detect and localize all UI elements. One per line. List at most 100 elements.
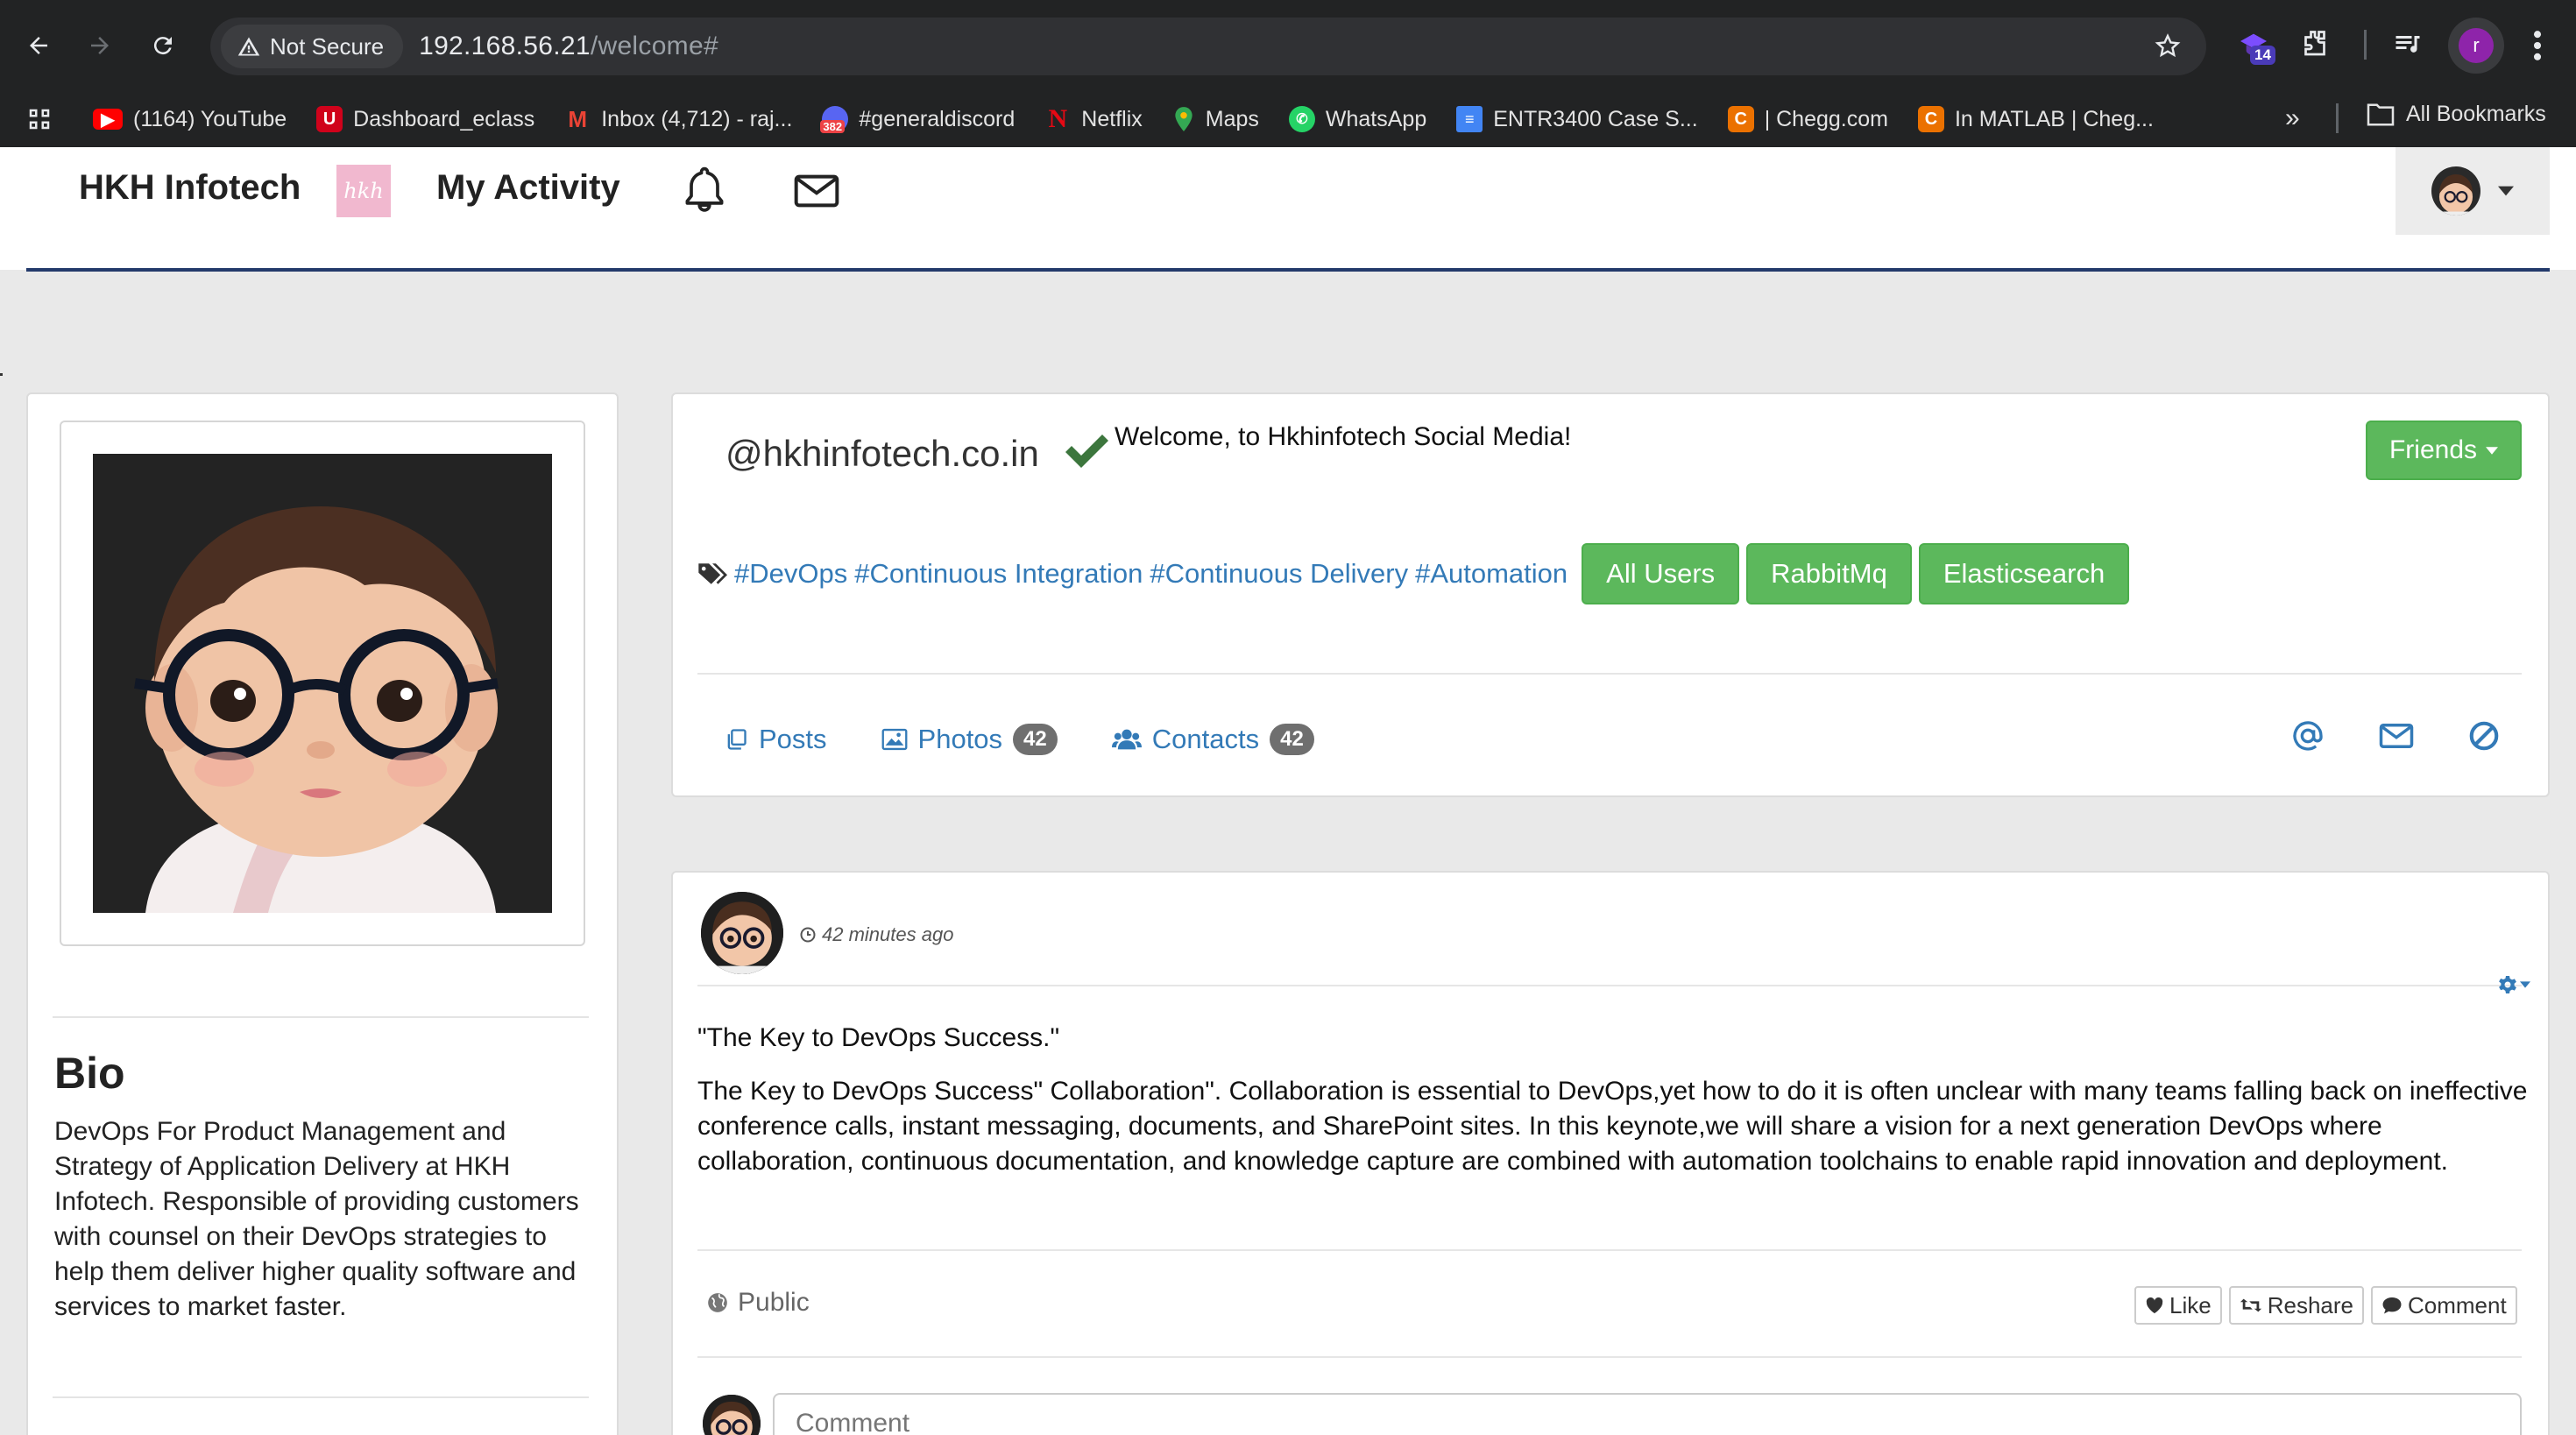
comment-button[interactable]: Comment [2370,1286,2517,1325]
bookmark-discord[interactable]: 382 #generaldiscord [820,106,1016,133]
bookmark-youtube[interactable]: ▶ (1164) YouTube [93,107,287,132]
contacts-count-badge: 42 [1270,724,1314,755]
visibility-label: Public [738,1288,810,1317]
notifications-button[interactable] [680,165,729,217]
bookmark-label: | Chegg.com [1764,106,1888,131]
whatsapp-icon: ✆ [1288,106,1315,132]
discord-icon: 382 [820,106,849,133]
reload-button[interactable] [138,21,188,70]
back-button[interactable] [14,21,63,70]
mention-button[interactable] [2290,718,2325,753]
heart-icon [2146,1297,2163,1314]
bookmark-netflix[interactable]: N Netflix [1044,104,1143,133]
copy-icon [727,729,747,750]
post-author-avatar[interactable] [701,892,783,974]
hashtag-link[interactable]: #Continuous Integration [854,558,1143,590]
like-button[interactable]: Like [2134,1286,2222,1325]
profile-button[interactable]: r [2448,18,2504,74]
bookmark-star-button[interactable] [2154,32,2182,60]
image-icon [881,728,907,751]
divider [697,985,2522,986]
brand-logo[interactable]: hkh [336,165,391,217]
bookmark-eclass[interactable]: U Dashboard_eclass [316,106,534,132]
at-sign-icon [2293,721,2323,751]
bookmarks-bar: ▶ (1164) YouTube U Dashboard_eclass M In… [0,91,2576,147]
bookmark-label: Netflix [1081,106,1143,131]
url-path: /welcome# [590,32,718,60]
welcome-message: Welcome, to Hkhinfotech Social Media! [1115,422,1572,451]
tab-label: Contacts [1151,724,1260,754]
comment-input[interactable] [773,1393,2522,1435]
bookmark-label: Dashboard_eclass [353,106,535,131]
rabbitmq-button[interactable]: RabbitMq [1746,543,1912,604]
gmail-icon: M [568,105,588,132]
messages-button[interactable] [792,170,841,212]
avatar [2431,166,2480,216]
profile-avatar: r [2459,28,2494,63]
extension-button[interactable]: 14 [2236,28,2275,65]
user-menu-dropdown[interactable] [2396,147,2550,235]
bookmark-label: #generaldiscord [859,106,1016,131]
post-actions: Like Reshare Comment [2134,1286,2517,1325]
bookmark-label: (1164) YouTube [133,106,287,131]
browser-menu-button[interactable] [2525,26,2550,65]
divider [53,1016,589,1018]
all-users-button[interactable]: All Users [1582,543,1740,604]
divider [53,1396,589,1398]
post-settings-dropdown[interactable] [2497,974,2530,995]
forward-button[interactable] [75,21,124,70]
bookmarks-overflow-button[interactable]: » [2285,103,2300,133]
retweet-icon [2240,1298,2261,1312]
post-time-text: 42 minutes ago [822,923,954,945]
star-icon [2155,33,2181,58]
envelope-icon [794,174,839,208]
speech-bubble-icon [2382,1297,2402,1314]
bookmark-label: Maps [1205,106,1259,131]
profile-photo[interactable] [93,454,552,913]
bookmark-maps[interactable]: Maps [1172,106,1259,132]
bio-heading: Bio [54,1049,125,1098]
bookmark-chegg[interactable]: C | Chegg.com [1727,106,1888,132]
extensions-menu-button[interactable] [2299,28,2331,60]
stray-dot [0,373,3,376]
bookmark-chegg-matlab[interactable]: C In MATLAB | Cheg... [1917,106,2154,132]
tab-contacts[interactable]: Contacts 42 [1111,724,1314,755]
message-button[interactable] [2378,720,2415,752]
extension-badge: 14 [2250,46,2275,65]
caret-down-icon [2520,981,2530,988]
friends-dropdown-button[interactable]: Friends [2366,421,2522,480]
tab-photos[interactable]: Photos 42 [881,724,1058,755]
tab-posts[interactable]: Posts [724,724,827,755]
profile-actions [2290,718,2501,753]
all-bookmarks-button[interactable]: All Bookmarks [2366,102,2546,127]
verified-check-icon [1062,429,1111,471]
divider [697,1249,2522,1251]
post-timestamp: 42 minutes ago [799,923,953,946]
elasticsearch-button[interactable]: Elasticsearch [1918,543,2130,604]
url-text[interactable]: 192.168.56.21/welcome# [419,32,718,61]
bookmark-whatsapp[interactable]: ✆ WhatsApp [1288,106,1426,132]
security-chip[interactable]: Not Secure [221,25,404,68]
apps-button[interactable] [26,106,53,132]
ban-icon [2469,721,2499,751]
hashtag-link[interactable]: #Automation [1415,558,1568,590]
my-activity-link[interactable]: My Activity [436,168,620,208]
hashtag-link[interactable]: #Continuous Delivery [1150,558,1408,590]
back-arrow-icon [30,37,47,54]
brand-name[interactable]: HKH Infotech [79,168,301,208]
bookmark-docs[interactable]: ≡ ENTR3400 Case S... [1456,106,1698,132]
url-host: 192.168.56.21 [419,32,591,60]
post-visibility: Public [706,1288,810,1318]
post-title: "The Key to DevOps Success." [697,1023,1060,1052]
hashtag-link[interactable]: #DevOps [734,558,847,590]
comment-label: Comment [2407,1291,2507,1318]
reshare-button[interactable]: Reshare [2228,1286,2364,1325]
reload-icon [153,37,172,55]
address-bar[interactable]: Not Secure 192.168.56.21/welcome# [210,18,2206,75]
folder-icon [2367,103,2395,125]
reading-list-button[interactable] [2392,28,2424,60]
bookmark-gmail[interactable]: M Inbox (4,712) - raj... [564,106,792,132]
chevron-double-right-icon: » [2285,103,2300,132]
clock-icon [800,927,816,943]
block-button[interactable] [2467,719,2501,753]
